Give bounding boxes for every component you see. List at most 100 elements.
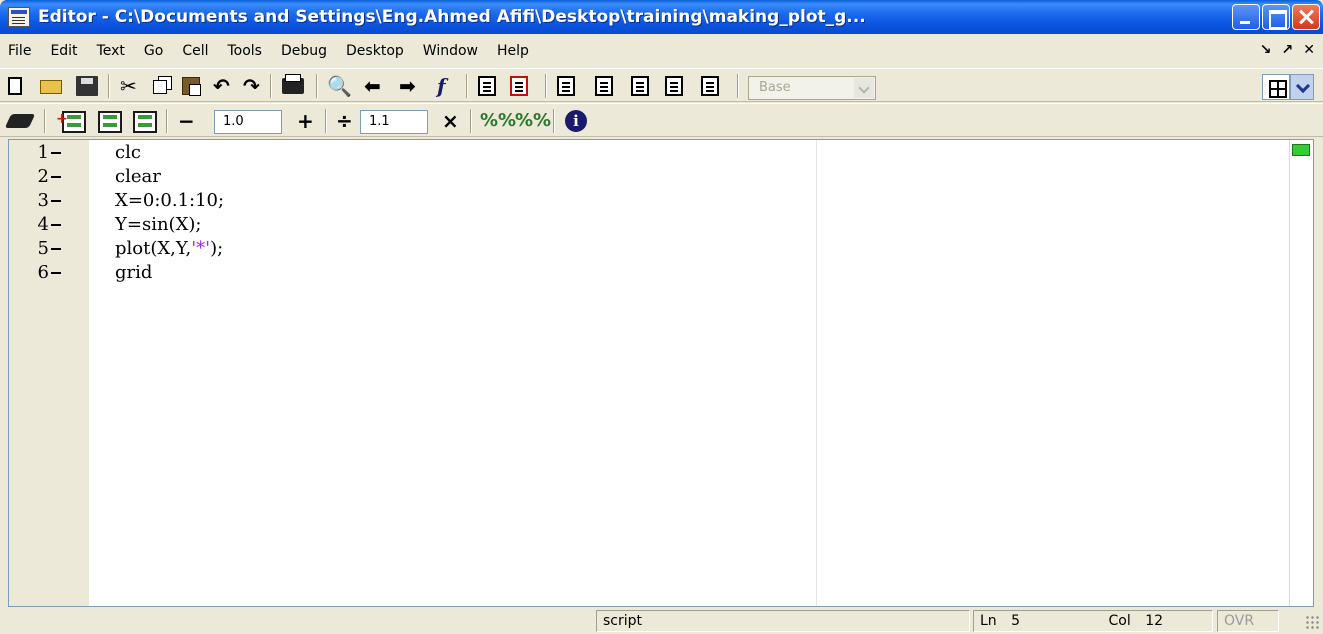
increment-button[interactable]: + (297, 108, 314, 134)
code-line[interactable]: Y=sin(X); (115, 214, 201, 236)
menu-text[interactable]: Text (97, 43, 125, 59)
cell-mode-icon[interactable] (4, 114, 36, 128)
print-icon[interactable] (282, 74, 304, 94)
undo-icon[interactable]: ↶ (213, 73, 230, 99)
breakpoint-marker[interactable] (51, 152, 61, 154)
set-breakpoint-icon[interactable] (478, 76, 496, 96)
toolbar-separator (44, 109, 45, 133)
breakpoint-marker[interactable] (51, 200, 61, 202)
status-file-type: script (596, 610, 970, 632)
breakpoint-marker[interactable] (51, 248, 61, 250)
editor-app-icon[interactable] (8, 7, 30, 27)
line-label: Ln (980, 613, 997, 629)
redo-icon[interactable]: ↷ (243, 73, 260, 99)
new-file-icon[interactable] (8, 77, 22, 95)
code-text: plot(X,Y, (115, 238, 192, 259)
chevron-down-icon[interactable] (854, 78, 874, 98)
divide-value-field[interactable]: 1.1 (360, 110, 428, 134)
exit-debug-icon[interactable] (701, 76, 719, 96)
right-margin-line (816, 140, 817, 606)
line-number: 3 (9, 190, 73, 212)
divide-button[interactable]: ÷ (336, 108, 353, 134)
window-title: Editor - C:\Documents and Settings\Eng.A… (38, 7, 866, 27)
status-position: Ln 5 Col 12 (973, 610, 1213, 632)
layout-grid-button[interactable] (1262, 74, 1290, 100)
vertical-scrollbar[interactable] (1289, 140, 1313, 606)
decrement-value-field[interactable]: 1.0 (214, 110, 282, 134)
info-icon[interactable]: i (565, 110, 587, 132)
toolbar-separator (166, 109, 167, 133)
editor-pane[interactable]: 1 2 3 4 5 6 clc clear X=0:0.1:10; Y=sin(… (8, 139, 1314, 607)
decrement-button[interactable]: − (178, 108, 195, 134)
evaluate-advance-icon[interactable] (98, 111, 122, 133)
close-doc-icon[interactable]: ✕ (1303, 42, 1315, 58)
menu-desktop[interactable]: Desktop (346, 43, 404, 59)
menu-file[interactable]: File (8, 43, 31, 59)
open-file-icon[interactable] (40, 80, 62, 94)
menu-tools[interactable]: Tools (227, 43, 262, 59)
find-icon[interactable]: 🔍 (327, 73, 352, 99)
maximize-button[interactable] (1262, 4, 1290, 30)
breakpoint-marker[interactable] (51, 272, 61, 274)
line-number: 6 (9, 262, 73, 284)
copy-icon[interactable] (153, 80, 167, 94)
toolbar-separator (470, 109, 471, 133)
evaluate-file-icon[interactable] (133, 111, 157, 133)
line-number: 4 (9, 214, 73, 236)
toolbar-separator (545, 74, 546, 98)
minimize-button[interactable] (1232, 4, 1260, 30)
code-area[interactable]: clc clear X=0:0.1:10; Y=sin(X); plot(X,Y… (89, 140, 1289, 606)
evaluate-cell-icon[interactable]: + (56, 111, 86, 133)
paste-icon[interactable] (182, 77, 201, 96)
stack-select-value: Base (759, 80, 791, 95)
undock-icon[interactable]: ↗ (1282, 42, 1294, 58)
stack-select[interactable]: Base (748, 76, 876, 100)
close-button[interactable] (1292, 4, 1320, 30)
save-icon[interactable] (76, 76, 98, 96)
code-line[interactable]: X=0:0.1:10; (115, 190, 224, 212)
line-number: 5 (9, 238, 73, 260)
step-in-icon[interactable] (595, 76, 613, 96)
breakpoint-marker[interactable] (51, 224, 61, 226)
menu-debug[interactable]: Debug (281, 43, 327, 59)
resize-grip-icon[interactable] (1305, 615, 1319, 629)
menu-bar: File Edit Text Go Cell Tools Debug Deskt… (0, 34, 1323, 68)
continue-icon[interactable] (665, 76, 683, 96)
menu-cell[interactable]: Cell (182, 43, 208, 59)
code-analyzer-status-icon[interactable] (1292, 144, 1310, 156)
clear-breakpoints-icon[interactable] (510, 76, 528, 96)
menu-window[interactable]: Window (423, 43, 478, 59)
layout-dropdown-button[interactable] (1290, 74, 1314, 100)
forward-icon[interactable]: ➡ (399, 73, 416, 99)
cut-icon[interactable]: ✂ (120, 73, 137, 99)
toolbar-separator (270, 74, 271, 98)
toolbar-separator (553, 109, 554, 133)
menu-help[interactable]: Help (497, 43, 529, 59)
multiply-button[interactable]: × (442, 108, 459, 134)
code-line[interactable]: clear (115, 166, 161, 188)
line-value: 5 (1011, 613, 1021, 629)
dock-icon[interactable]: ↘ (1260, 42, 1272, 58)
title-bar: Editor - C:\Documents and Settings\Eng.A… (0, 0, 1323, 34)
col-value: 12 (1145, 613, 1164, 629)
step-out-icon[interactable] (631, 76, 649, 96)
step-icon[interactable] (557, 76, 575, 96)
line-number-gutter: 1 2 3 4 5 6 (9, 140, 73, 606)
breakpoint-marker[interactable] (51, 176, 61, 178)
toolbar-separator (325, 109, 326, 133)
show-cell-titles-icon[interactable]: %% (515, 110, 551, 131)
code-line[interactable]: plot(X,Y,'*'); (115, 238, 223, 260)
menu-go[interactable]: Go (144, 43, 163, 59)
code-line[interactable]: clc (115, 142, 141, 164)
code-text: ); (210, 238, 224, 259)
insert-cell-divider-icon[interactable]: %% (480, 110, 516, 131)
code-line[interactable]: grid (115, 262, 152, 284)
toolbar-separator (316, 74, 317, 98)
menu-edit[interactable]: Edit (50, 43, 77, 59)
toolbar-separator (466, 74, 467, 98)
col-label: Col (1108, 613, 1131, 629)
back-icon[interactable]: ⬅ (364, 73, 381, 99)
cell-toolbar: + − 1.0 + ÷ 1.1 × %% %% i (0, 103, 1323, 137)
line-number: 1 (9, 142, 73, 164)
function-icon[interactable]: f (437, 73, 446, 99)
